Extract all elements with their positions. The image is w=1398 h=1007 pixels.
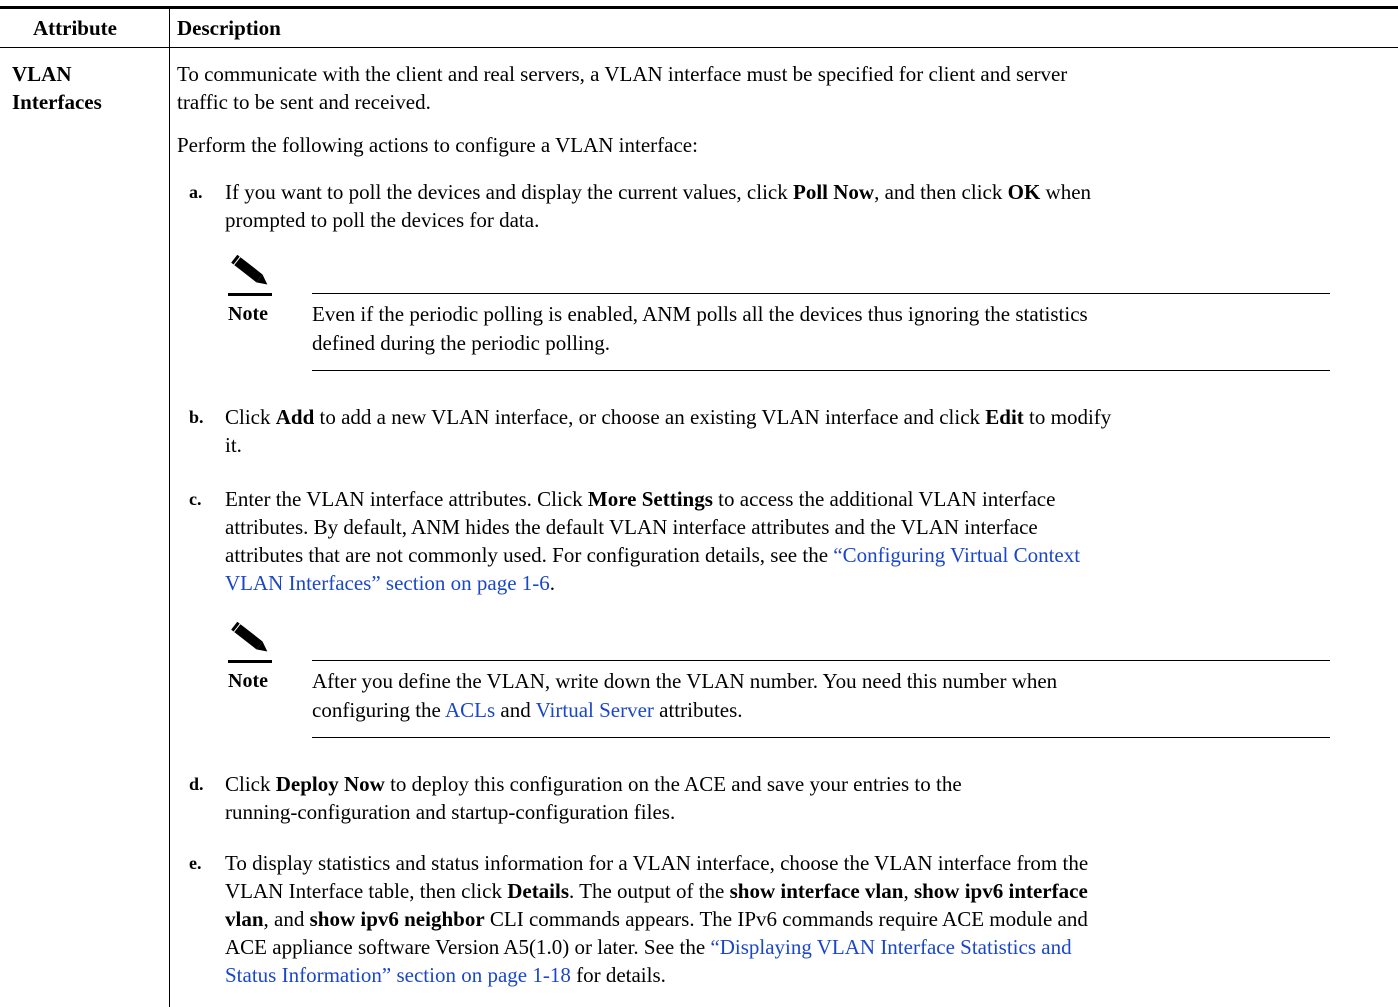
note-top-rule [312,660,1330,661]
step-line: Click Add to add a new VLAN interface, o… [225,405,1112,429]
column-header-description: Description [177,16,281,40]
table-column-divider [169,9,170,1007]
displaying-vlan-statistics-link[interactable]: Status Information” section on page 1-18 [225,963,571,987]
step-line: vlan, and show ipv6 neighbor CLI command… [225,907,1088,931]
step-line: VLAN Interface table, then click Details… [225,879,1088,903]
note-line: defined during the periodic polling. [312,331,611,355]
step-line: it. [225,433,242,457]
step-text: Click Deploy Now to deploy this configur… [225,770,1389,826]
step-line: prompted to poll the devices for data. [225,208,540,232]
pencil-icon [228,622,272,663]
note-label: Note [228,303,268,325]
step-letter: e. [189,853,202,873]
configuring-vlan-interfaces-link[interactable]: VLAN Interfaces” section on page 1-6 [225,571,550,595]
column-header-attribute: Attribute [33,16,117,40]
note-bottom-rule [312,737,1330,738]
note-text: After you define the VLAN, write down th… [312,667,1352,725]
step-letter: a. [189,182,203,202]
pencil-icon [228,255,272,296]
table-header-border [0,47,1398,48]
configuring-vlan-interfaces-link[interactable]: “Configuring Virtual Context [833,543,1080,567]
virtual-server-link[interactable]: Virtual Server [536,698,654,722]
table-top-border [0,6,1398,9]
step-line: To display statistics and status informa… [225,851,1089,875]
attribute-name-line2: Interfaces [12,90,102,114]
note-text: Even if the periodic polling is enabled,… [312,300,1352,358]
step-line: ACE appliance software Version A5(1.0) o… [225,935,1072,959]
step-text: If you want to poll the devices and disp… [225,178,1389,234]
step-line: attributes. By default, ANM hides the de… [225,515,1038,539]
step-line: Status Information” section on page 1-18… [225,963,666,987]
note-top-rule [312,293,1330,294]
step-letter: b. [189,407,204,427]
perform-paragraph: Perform the following actions to configu… [177,133,698,157]
attribute-name-line1: VLAN [12,62,72,86]
acls-link[interactable]: ACLs [445,698,495,722]
step-text: To display statistics and status informa… [225,849,1389,989]
step-letter: c. [189,489,202,509]
step-line: VLAN Interfaces” section on page 1-6. [225,571,556,595]
note-label: Note [228,670,268,692]
step-text: Enter the VLAN interface attributes. Cli… [225,485,1389,597]
attribute-cell: VLAN Interfaces [12,60,162,116]
note-bottom-rule [312,370,1330,371]
note-line: configuring the ACLs and Virtual Server … [312,698,743,722]
displaying-vlan-statistics-link[interactable]: “Displaying VLAN Interface Statistics an… [710,935,1071,959]
intro-paragraph: To communicate with the client and real … [177,60,1382,116]
step-text: Click Add to add a new VLAN interface, o… [225,403,1389,459]
step-line: Enter the VLAN interface attributes. Cli… [225,487,1056,511]
step-line: If you want to poll the devices and disp… [225,180,1092,204]
intro-line: traffic to be sent and received. [177,90,431,114]
step-line: attributes that are not commonly used. F… [225,543,1081,567]
intro-line: To communicate with the client and real … [177,62,1068,86]
note-line: After you define the VLAN, write down th… [312,669,1058,693]
note-line: Even if the periodic polling is enabled,… [312,302,1088,326]
step-letter: d. [189,774,204,794]
step-line: Click Deploy Now to deploy this configur… [225,772,962,796]
step-line: running-configuration and startup-config… [225,800,676,824]
